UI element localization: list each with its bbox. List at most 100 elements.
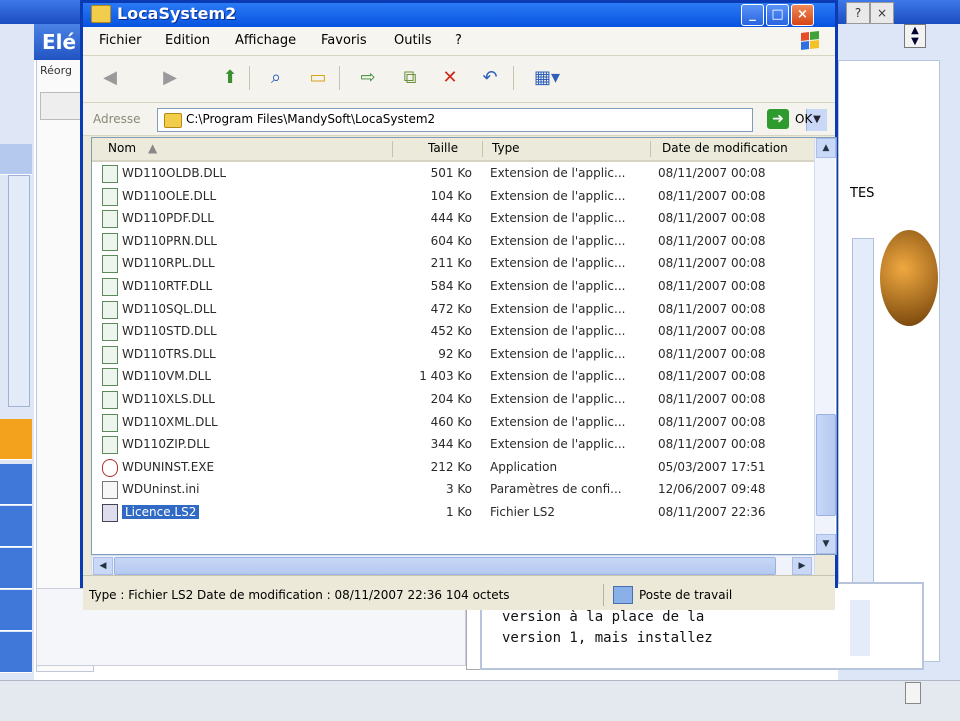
- go-arrow-icon[interactable]: ➜: [767, 109, 789, 129]
- background-panel-button[interactable]: [40, 92, 82, 120]
- file-row[interactable]: WD110VM.DLL 1 403 Ko Extension de l'applic…: [92, 365, 814, 387]
- left-panel-item[interactable]: [0, 590, 32, 631]
- copy-to-icon[interactable]: ⧉: [397, 65, 423, 91]
- address-bar: Adresse C:\Program Files\MandySoft\LocaS…: [83, 103, 835, 136]
- file-size: 92 Ko: [438, 346, 472, 361]
- background-help-button[interactable]: ?: [846, 2, 870, 24]
- file-name[interactable]: WD110PDF.DLL: [122, 211, 214, 225]
- background-reorg-label[interactable]: Réorg: [40, 64, 72, 77]
- file-name[interactable]: WD110RPL.DLL: [122, 256, 215, 270]
- folders-icon[interactable]: ▭: [305, 65, 331, 91]
- column-type[interactable]: Type: [492, 141, 520, 155]
- status-separator: [603, 584, 604, 606]
- file-date: 12/06/2007 09:48: [658, 482, 766, 497]
- left-panel-scrollbar[interactable]: [8, 175, 30, 407]
- horizontal-scrollbar[interactable]: ◀ ▶: [91, 555, 815, 577]
- file-type: Extension de l'applic...: [490, 392, 626, 406]
- views-icon[interactable]: ▦▾: [527, 65, 567, 91]
- file-row[interactable]: WD110RPL.DLL 211 Ko Extension de l'applic.…: [92, 252, 814, 274]
- file-name[interactable]: WD110PRN.DLL: [122, 234, 217, 248]
- sort-arrow-icon: ▲: [148, 141, 158, 155]
- go-button[interactable]: OK: [795, 112, 812, 126]
- scroll-down-icon[interactable]: ▼: [816, 534, 836, 554]
- file-name[interactable]: WD110OLE.DLL: [122, 189, 216, 203]
- file-name[interactable]: WD110XLS.DLL: [122, 392, 215, 406]
- background-spin-button[interactable]: ▲ ▼: [904, 24, 926, 48]
- file-size: 212 Ko: [430, 459, 472, 474]
- file-name[interactable]: WDUNINST.EXE: [122, 460, 214, 474]
- file-date: 08/11/2007 00:08: [658, 279, 766, 293]
- vertical-scrollbar[interactable]: ▲ ▼: [814, 138, 836, 554]
- file-row[interactable]: WD110OLE.DLL 104 Ko Extension de l'applic.…: [92, 185, 814, 207]
- file-row[interactable]: WD110TRS.DLL 92 Ko Extension de l'applic..…: [92, 343, 814, 365]
- file-name[interactable]: WD110STD.DLL: [122, 324, 217, 338]
- file-name[interactable]: WDUninst.ini: [122, 482, 199, 496]
- file-row[interactable]: WD110PDF.DLL 444 Ko Extension de l'applic.…: [92, 207, 814, 229]
- file-name[interactable]: WD110XML.DLL: [122, 415, 218, 429]
- file-row[interactable]: WDUninst.ini 3 Ko Paramètres de confi... 12…: [92, 478, 814, 500]
- file-name[interactable]: WD110ZIP.DLL: [122, 437, 210, 451]
- scroll-right-icon[interactable]: ▶: [792, 557, 812, 575]
- move-to-icon[interactable]: ⇨: [355, 65, 381, 91]
- file-row[interactable]: WDUNINST.EXE 212 Ko Application 05/03/2007 …: [92, 456, 814, 478]
- column-separator[interactable]: [392, 141, 393, 157]
- left-panel-item[interactable]: [0, 144, 32, 175]
- left-panel-item[interactable]: [0, 632, 32, 673]
- file-name[interactable]: WD110SQL.DLL: [122, 302, 216, 316]
- file-row[interactable]: WD110OLDB.DLL 501 Ko Extension de l'applic…: [92, 162, 814, 184]
- scroll-thumb[interactable]: [114, 557, 776, 575]
- column-separator[interactable]: [482, 141, 483, 157]
- folder-up-icon[interactable]: ⬆: [217, 65, 243, 91]
- file-row[interactable]: WD110STD.DLL 452 Ko Extension de l'applic.…: [92, 320, 814, 342]
- file-list[interactable]: Nom ▲ Taille Type Date de modification W…: [91, 137, 837, 555]
- background-resize-handle[interactable]: [905, 682, 921, 704]
- left-panel-item[interactable]: [0, 506, 32, 547]
- menu-affichage[interactable]: Affichage: [235, 33, 296, 48]
- close-button[interactable]: ×: [791, 4, 814, 26]
- scroll-left-icon[interactable]: ◀: [93, 557, 113, 575]
- file-row[interactable]: WD110XML.DLL 460 Ko Extension de l'applic.…: [92, 411, 814, 433]
- search-icon[interactable]: ⌕: [263, 65, 289, 91]
- menu-edition[interactable]: Edition: [165, 33, 210, 48]
- column-date[interactable]: Date de modification: [662, 141, 788, 155]
- background-textarea-scrollbar[interactable]: [850, 600, 870, 656]
- address-path[interactable]: C:\Program Files\MandySoft\LocaSystem2: [186, 112, 435, 126]
- left-panel-item[interactable]: [0, 464, 32, 505]
- menu-outils[interactable]: Outils: [394, 33, 432, 48]
- file-size: 460 Ko: [430, 414, 472, 429]
- maximize-button[interactable]: □: [766, 4, 789, 26]
- explorer-titlebar[interactable]: LocaSystem2 _ □ ×: [83, 3, 835, 27]
- column-name[interactable]: Nom: [108, 141, 136, 155]
- column-size[interactable]: Taille: [428, 141, 458, 155]
- forward-icon[interactable]: ▶: [157, 65, 183, 91]
- file-name[interactable]: WD110RTF.DLL: [122, 279, 212, 293]
- left-panel-item-active[interactable]: [0, 419, 32, 460]
- menu-fichier[interactable]: Fichier: [99, 33, 142, 48]
- status-text: Type : Fichier LS2 Date de modification …: [89, 588, 510, 602]
- column-separator[interactable]: [650, 141, 651, 157]
- file-name[interactable]: Licence.LS2: [122, 505, 200, 519]
- back-icon[interactable]: ◀: [97, 65, 123, 91]
- file-size: 211 Ko: [430, 256, 472, 271]
- file-name[interactable]: WD110OLDB.DLL: [122, 166, 226, 180]
- file-row[interactable]: WD110ZIP.DLL 344 Ko Extension de l'applic.…: [92, 433, 814, 455]
- undo-icon[interactable]: ↶: [477, 65, 503, 91]
- menu-favoris[interactable]: Favoris: [321, 33, 367, 48]
- scroll-thumb[interactable]: [816, 414, 836, 516]
- file-row[interactable]: WD110SQL.DLL 472 Ko Extension de l'applic.…: [92, 298, 814, 320]
- scroll-up-icon[interactable]: ▲: [816, 138, 836, 158]
- application-icon: [102, 458, 118, 477]
- background-close-button[interactable]: ×: [870, 2, 894, 24]
- file-name[interactable]: WD110VM.DLL: [122, 369, 211, 383]
- file-row[interactable]: Licence.LS2 1 Ko Fichier LS2 08/11/2007 22:…: [92, 501, 814, 523]
- menu-help[interactable]: ?: [455, 33, 462, 48]
- delete-icon[interactable]: ✕: [437, 65, 463, 91]
- left-panel-item[interactable]: [0, 548, 32, 589]
- file-row[interactable]: WD110XLS.DLL 204 Ko Extension de l'applic.…: [92, 388, 814, 410]
- file-type: Extension de l'applic...: [490, 188, 626, 203]
- minimize-button[interactable]: _: [741, 4, 764, 26]
- file-row[interactable]: WD110PRN.DLL 604 Ko Extension de l'applic.…: [92, 230, 814, 252]
- address-field[interactable]: C:\Program Files\MandySoft\LocaSystem2 ▼: [157, 108, 827, 132]
- file-row[interactable]: WD110RTF.DLL 584 Ko Extension de l'applic.…: [92, 275, 814, 297]
- file-name[interactable]: WD110TRS.DLL: [122, 347, 216, 361]
